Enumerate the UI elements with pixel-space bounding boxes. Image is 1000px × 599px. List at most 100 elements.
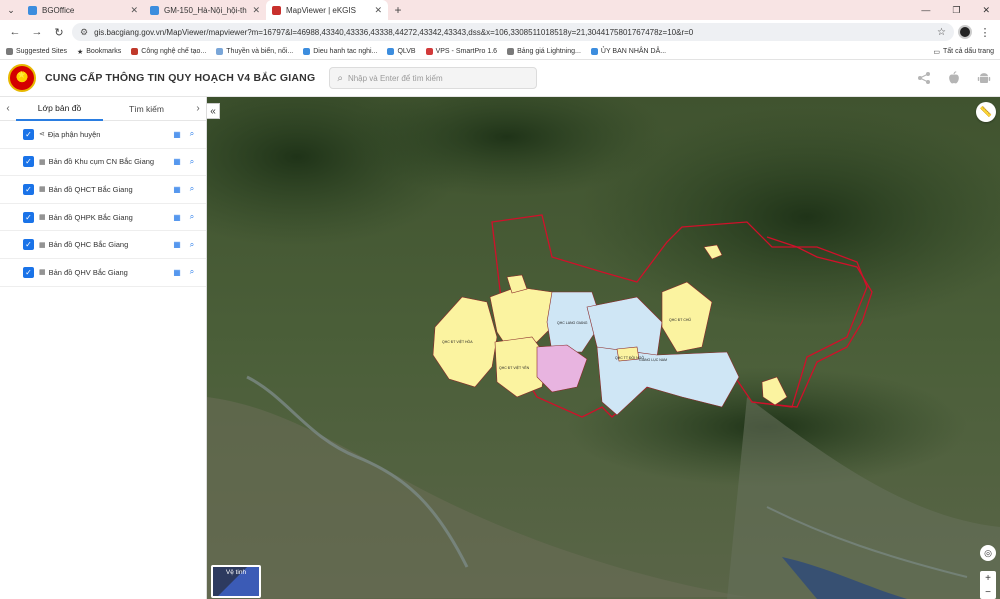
tab-title: MapViewer | eKGIS — [286, 5, 356, 15]
header-icons — [916, 70, 992, 86]
zoom-to-icon[interactable]: ⌕ — [186, 239, 198, 251]
url-field[interactable]: ⚙ gis.bacgiang.gov.vn/MapViewer/mapviewe… — [72, 23, 954, 41]
search-icon: ⌕ — [337, 72, 343, 84]
tab-favicon — [28, 5, 37, 15]
bookmark-9[interactable]: ỦY BAN NHÂN DÂ... — [590, 48, 667, 55]
browser-tab-3[interactable]: MapViewer | eKGIS ✕ — [266, 0, 388, 20]
bookmark-label: Bảng giá Lightning... — [517, 48, 581, 55]
tab-search[interactable]: Tìm kiếm — [103, 97, 190, 121]
layer-checkbox[interactable]: ✓ — [23, 266, 34, 278]
zoom-out-button[interactable]: − — [980, 585, 996, 599]
bookmark-3[interactable]: Công nghệ chế tạo... — [131, 48, 206, 55]
map-view[interactable]: QHC ĐT VIỆT HÒA QHC ĐT VIỆT YÊN QHC LANG… — [207, 97, 1000, 599]
restore-icon[interactable]: ❐ — [952, 5, 960, 16]
share-icon[interactable] — [916, 70, 932, 86]
ruler-icon[interactable]: 📏 — [976, 102, 996, 122]
favicon-icon — [425, 48, 433, 55]
bookmark-label: Dieu hanh tac nghi... — [313, 48, 378, 55]
forward-icon[interactable]: → — [28, 23, 46, 41]
new-tab-button[interactable]: + — [388, 0, 408, 20]
zoom-control: + − — [980, 571, 996, 599]
url-text: gis.bacgiang.gov.vn/MapViewer/mapviewer?… — [94, 27, 694, 37]
folder-icon: ▭ — [933, 48, 941, 56]
bookmark-suggested-sites[interactable]: Suggested Sites — [6, 48, 67, 55]
zoom-to-icon[interactable]: ⌕ — [186, 156, 198, 168]
basemap-switcher[interactable]: Vệ tinh — [211, 565, 261, 598]
grid-layer-icon: ▦ — [39, 269, 46, 277]
search-input[interactable] — [347, 73, 528, 83]
satellite-map: QHC ĐT VIỆT HÒA QHC ĐT VIỆT YÊN QHC LANG… — [207, 97, 1000, 599]
browser-menu-icon[interactable]: ⋮ — [976, 23, 994, 41]
chevron-left-icon[interactable]: ‹ — [0, 103, 16, 114]
layer-checkbox[interactable]: ✓ — [23, 128, 34, 140]
layer-checkbox[interactable]: ✓ — [23, 211, 34, 223]
site-info-icon[interactable]: ⚙ — [80, 27, 88, 38]
close-icon[interactable]: ✕ — [130, 5, 138, 16]
android-icon[interactable] — [976, 70, 992, 86]
search-bar: ⌕ — [329, 67, 538, 89]
page-title: CUNG CẤP THÔNG TIN QUY HOẠCH V4 BẮC GIAN… — [45, 72, 316, 84]
tab-favicon — [272, 5, 281, 15]
table-icon[interactable]: ▦ — [171, 128, 183, 140]
layer-checkbox[interactable]: ✓ — [23, 239, 34, 251]
bookmark-label: VPS - SmartPro 1.6 — [435, 48, 498, 55]
chevron-right-icon[interactable]: › — [190, 103, 206, 114]
zone-label: QHC ĐT VIỆT HÒA — [442, 339, 473, 344]
bookmark-5[interactable]: Dieu hanh tac nghi... — [303, 48, 377, 55]
table-icon[interactable]: ▦ — [171, 239, 183, 251]
bookmark-label: Suggested Sites — [16, 48, 67, 55]
zone-label: QHC TT ĐỒI NGÔ — [615, 355, 644, 360]
layer-name: Bản đồ QHC Bắc Giang — [48, 240, 129, 250]
bookmark-label: Tất cả dấu trang — [943, 48, 994, 55]
tab-title: GM-150_Hà-Nội_hội-thảo-góp — [164, 5, 247, 15]
layer-row: ✓ ▦ Bản đồ QHCT Bắc Giang ▦ ⌕ — [0, 176, 206, 204]
layer-name: Địa phận huyện — [47, 129, 101, 139]
table-icon[interactable]: ▦ — [171, 183, 183, 195]
zoom-to-icon[interactable]: ⌕ — [186, 211, 198, 223]
bookmark-label: Bookmarks — [86, 48, 122, 55]
close-icon[interactable]: ✕ — [374, 5, 382, 16]
layer-name: Bản đồ Khu cụm CN Bắc Giang — [48, 157, 155, 167]
collapse-sidebar-button[interactable]: « — [207, 103, 220, 119]
layer-checkbox[interactable]: ✓ — [23, 183, 34, 195]
star-icon: ★ — [76, 48, 84, 56]
table-icon[interactable]: ▦ — [171, 266, 183, 278]
locate-icon[interactable]: ◎ — [980, 545, 996, 561]
layer-sidebar: ‹ Lớp bản đồ Tìm kiếm › ✓ ⋖ Địa phận huy… — [0, 97, 207, 599]
table-icon[interactable]: ▦ — [171, 211, 183, 223]
bookmark-label: ỦY BAN NHÂN DÂ... — [600, 48, 667, 55]
apple-icon[interactable] — [946, 70, 962, 86]
profile-avatar[interactable] — [958, 25, 972, 39]
zoom-to-icon[interactable]: ⌕ — [186, 183, 198, 195]
all-bookmarks[interactable]: ▭ Tất cả dấu trang — [933, 48, 994, 56]
bookmark-8[interactable]: Bảng giá Lightning... — [507, 48, 581, 55]
bookmark-bookmarks[interactable]: ★ Bookmarks — [77, 48, 121, 56]
layer-name: Bản đồ QHV Bắc Giang — [48, 267, 128, 277]
bookmark-7[interactable]: VPS - SmartPro 1.6 — [425, 48, 498, 55]
close-window-icon[interactable]: ✕ — [982, 5, 990, 16]
browser-tab-2[interactable]: GM-150_Hà-Nội_hội-thảo-góp ✕ — [144, 0, 266, 20]
zoom-to-icon[interactable]: ⌕ — [186, 266, 198, 278]
grid-layer-icon: ▦ — [39, 186, 46, 194]
tab-search-icon[interactable]: ⌄ — [0, 0, 22, 20]
bookmark-4[interactable]: Thuyền và biển, nối... — [216, 48, 293, 55]
globe-icon — [6, 48, 13, 55]
close-icon[interactable]: ✕ — [252, 5, 260, 16]
tab-layers[interactable]: Lớp bản đồ — [16, 97, 103, 121]
browser-tab-1[interactable]: BGOffice ✕ — [22, 0, 144, 20]
browser-tab-bar: ⌄ BGOffice ✕ GM-150_Hà-Nội_hội-thảo-góp … — [0, 0, 1000, 20]
bookmark-star-icon[interactable]: ☆ — [937, 27, 946, 38]
zoom-in-button[interactable]: + — [980, 571, 996, 585]
back-icon[interactable]: ← — [6, 23, 24, 41]
reload-icon[interactable]: ↻ — [50, 23, 68, 41]
bookmark-label: Thuyền và biển, nối... — [226, 48, 294, 55]
table-icon[interactable]: ▦ — [171, 156, 183, 168]
bookmark-label: QLVB — [397, 48, 416, 55]
layer-checkbox[interactable]: ✓ — [23, 156, 34, 168]
zoom-to-icon[interactable]: ⌕ — [186, 128, 198, 140]
zone-label: QHC LANG GIANG — [557, 321, 588, 325]
main-area: ‹ Lớp bản đồ Tìm kiếm › ✓ ⋖ Địa phận huy… — [0, 97, 1000, 599]
layer-row: ✓ ⋖ Địa phận huyện ▦ ⌕ — [0, 121, 206, 149]
minimize-icon[interactable]: — — [921, 5, 930, 15]
bookmark-6[interactable]: QLVB — [387, 48, 416, 55]
